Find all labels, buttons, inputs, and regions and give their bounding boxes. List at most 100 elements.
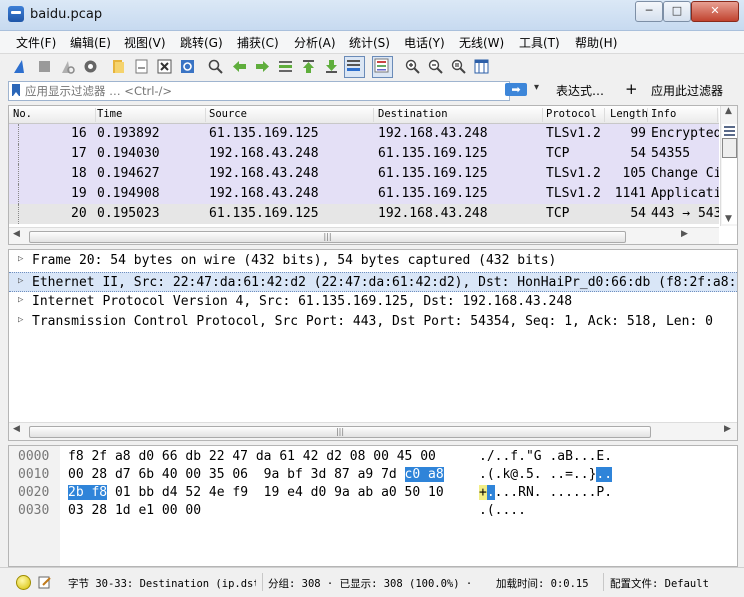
zoom-normal-icon[interactable] — [450, 58, 467, 75]
minimize-button[interactable]: ─ — [635, 1, 663, 22]
expand-arrow-icon[interactable]: ▷ — [18, 295, 23, 305]
packet-row[interactable]: 17 0.194030 192.168.43.248 61.135.169.12… — [9, 144, 719, 164]
open-folder-icon[interactable] — [110, 58, 127, 75]
byte-offset: 0030 — [18, 503, 50, 518]
packet-protocol: TLSv1.2 — [546, 186, 601, 201]
scroll-thumb[interactable]: ||| — [29, 231, 626, 243]
packet-list-horizontal-scrollbar[interactable]: ◀ ||| ▶ — [9, 227, 719, 244]
find-packet-icon[interactable] — [207, 58, 224, 75]
column-header-info[interactable]: Info — [651, 108, 718, 122]
packet-source: 61.135.169.125 — [209, 126, 319, 141]
colorize-icon[interactable] — [372, 56, 393, 78]
packet-bytes-pane[interactable]: 0000 f8 2f a8 d0 66 db 22 47 da 61 42 d2… — [8, 445, 738, 567]
status-profile[interactable]: 配置文件: Default — [610, 576, 709, 591]
apply-filter-arrow-icon[interactable]: ➡ — [505, 83, 527, 96]
column-header-no[interactable]: No. — [13, 108, 96, 122]
detail-row-frame[interactable]: ▷ Frame 20: 54 bytes on wire (432 bits),… — [9, 251, 737, 271]
detail-row-tcp[interactable]: ▷ Transmission Control Protocol, Src Por… — [9, 312, 737, 332]
add-filter-button-plus-icon[interactable]: + — [625, 80, 638, 98]
filter-history-dropdown-icon[interactable]: ▾ — [534, 82, 539, 93]
menu-go[interactable]: 跳转(G) — [180, 34, 223, 51]
menu-file[interactable]: 文件(F) — [16, 34, 56, 51]
menu-edit[interactable]: 编辑(E) — [70, 34, 111, 51]
column-header-destination[interactable]: Destination — [378, 108, 543, 122]
packet-list-pane[interactable]: No. Time Source Destination Protocol Len… — [8, 105, 738, 245]
packet-destination: 61.135.169.125 — [378, 166, 488, 181]
packet-source: 192.168.43.248 — [209, 166, 319, 181]
menu-capture[interactable]: 捕获(C) — [237, 34, 279, 51]
byte-hex[interactable]: 03 28 1d e1 00 00 — [68, 503, 201, 518]
apply-this-filter-button[interactable]: 应用此过滤器 — [651, 82, 723, 99]
reload-file-icon[interactable] — [179, 58, 196, 75]
menu-statistics[interactable]: 统计(S) — [349, 34, 390, 51]
zoom-in-icon[interactable] — [404, 58, 421, 75]
byte-hex[interactable]: 00 28 d7 6b 40 00 35 06 9a bf 3d 87 a9 7… — [68, 467, 444, 482]
byte-ascii[interactable]: .(.k@.5. ..=..}.. — [479, 467, 613, 482]
expand-arrow-icon[interactable]: ▷ — [18, 315, 23, 325]
scroll-right-arrow-icon[interactable]: ▶ — [681, 229, 688, 239]
go-forward-icon[interactable] — [254, 58, 271, 75]
first-packet-icon[interactable] — [300, 58, 317, 75]
scroll-down-arrow-icon[interactable]: ▼ — [725, 214, 732, 224]
highlighted-bytes: 2b f8 — [68, 485, 108, 500]
menu-tools[interactable]: 工具(T) — [519, 34, 560, 51]
menu-telephony[interactable]: 电话(Y) — [404, 34, 445, 51]
detail-row-ethernet[interactable]: ▷ Ethernet II, Src: 22:47:da:61:42:d2 (2… — [9, 272, 737, 292]
scroll-up-arrow-icon[interactable]: ▲ — [725, 106, 732, 116]
packet-row[interactable]: 19 0.194908 192.168.43.248 61.135.169.12… — [9, 184, 719, 204]
menu-analyze[interactable]: 分析(A) — [294, 34, 336, 51]
menu-help[interactable]: 帮助(H) — [575, 34, 617, 51]
close-file-icon[interactable] — [156, 58, 173, 75]
detail-row-ipv4[interactable]: ▷ Internet Protocol Version 4, Src: 61.1… — [9, 292, 737, 312]
go-back-icon[interactable] — [231, 58, 248, 75]
scroll-left-arrow-icon[interactable]: ◀ — [13, 229, 20, 239]
edit-comment-icon[interactable] — [38, 575, 52, 589]
expand-arrow-icon[interactable]: ▷ — [18, 276, 23, 286]
scroll-left-arrow-icon[interactable]: ◀ — [13, 424, 20, 434]
column-header-time[interactable]: Time — [97, 108, 206, 122]
scroll-thumb[interactable]: ||| — [29, 426, 651, 438]
restart-icon[interactable] — [59, 58, 76, 75]
packet-minimap[interactable] — [722, 124, 737, 224]
byte-ascii[interactable]: .(.... — [479, 503, 526, 518]
scroll-right-arrow-icon[interactable]: ▶ — [724, 424, 731, 434]
menu-view[interactable]: 视图(V) — [124, 34, 166, 51]
status-packet-counts: 分组: 308 · 已显示: 308 (100.0%) · — [268, 578, 473, 590]
resize-columns-icon[interactable] — [473, 58, 490, 75]
details-horizontal-scrollbar[interactable]: ◀ ||| ▶ — [9, 422, 737, 440]
last-packet-icon[interactable] — [323, 58, 340, 75]
expression-button[interactable]: 表达式… — [556, 82, 604, 99]
byte-hex[interactable]: 2b f8 01 bb d4 52 4e f9 19 e4 d0 9a ab a… — [68, 485, 444, 500]
column-header-protocol[interactable]: Protocol — [546, 108, 605, 122]
options-gear-icon[interactable] — [82, 58, 99, 75]
packet-row[interactable]: 18 0.194627 192.168.43.248 61.135.169.12… — [9, 164, 719, 184]
display-filter-input[interactable] — [25, 83, 495, 98]
packet-row-selected[interactable]: 20 0.195023 61.135.169.125 192.168.43.24… — [9, 204, 719, 224]
tree-line — [18, 124, 19, 144]
stop-icon[interactable] — [36, 58, 53, 75]
go-to-packet-icon[interactable] — [277, 58, 294, 75]
packet-info: Encrypted Alert — [651, 126, 719, 141]
save-file-icon[interactable] — [133, 58, 150, 75]
column-header-source[interactable]: Source — [209, 108, 374, 122]
maximize-button[interactable]: □ — [663, 1, 691, 22]
autoscroll-icon[interactable] — [344, 56, 365, 78]
packet-details-pane[interactable]: ▷ Frame 20: 54 bytes on wire (432 bits),… — [8, 249, 738, 441]
packet-row[interactable]: 16 0.193892 61.135.169.125 192.168.43.24… — [9, 124, 719, 144]
packet-destination: 61.135.169.125 — [378, 186, 488, 201]
byte-ascii[interactable]: ./..f."G .aB...E. — [479, 449, 612, 464]
byte-ascii[interactable]: +....RN. ......P. — [479, 485, 612, 500]
status-separator — [262, 573, 263, 591]
close-button[interactable]: ✕ — [691, 1, 739, 22]
byte-hex[interactable]: f8 2f a8 d0 66 db 22 47 da 61 42 d2 08 0… — [68, 449, 436, 464]
menu-wireless[interactable]: 无线(W) — [459, 34, 504, 51]
packet-list-vertical-scrollbar[interactable]: ▲ ▼ — [720, 106, 737, 226]
filter-bookmark-icon[interactable] — [12, 84, 20, 96]
shark-fin-start-icon[interactable] — [12, 58, 29, 75]
expert-info-led-icon[interactable] — [16, 575, 31, 590]
column-header-length[interactable]: Length — [610, 108, 648, 122]
zoom-out-icon[interactable] — [427, 58, 444, 75]
packet-length: 99 — [630, 126, 646, 141]
expand-arrow-icon[interactable]: ▷ — [18, 254, 23, 264]
packet-time: 0.194030 — [97, 146, 160, 161]
